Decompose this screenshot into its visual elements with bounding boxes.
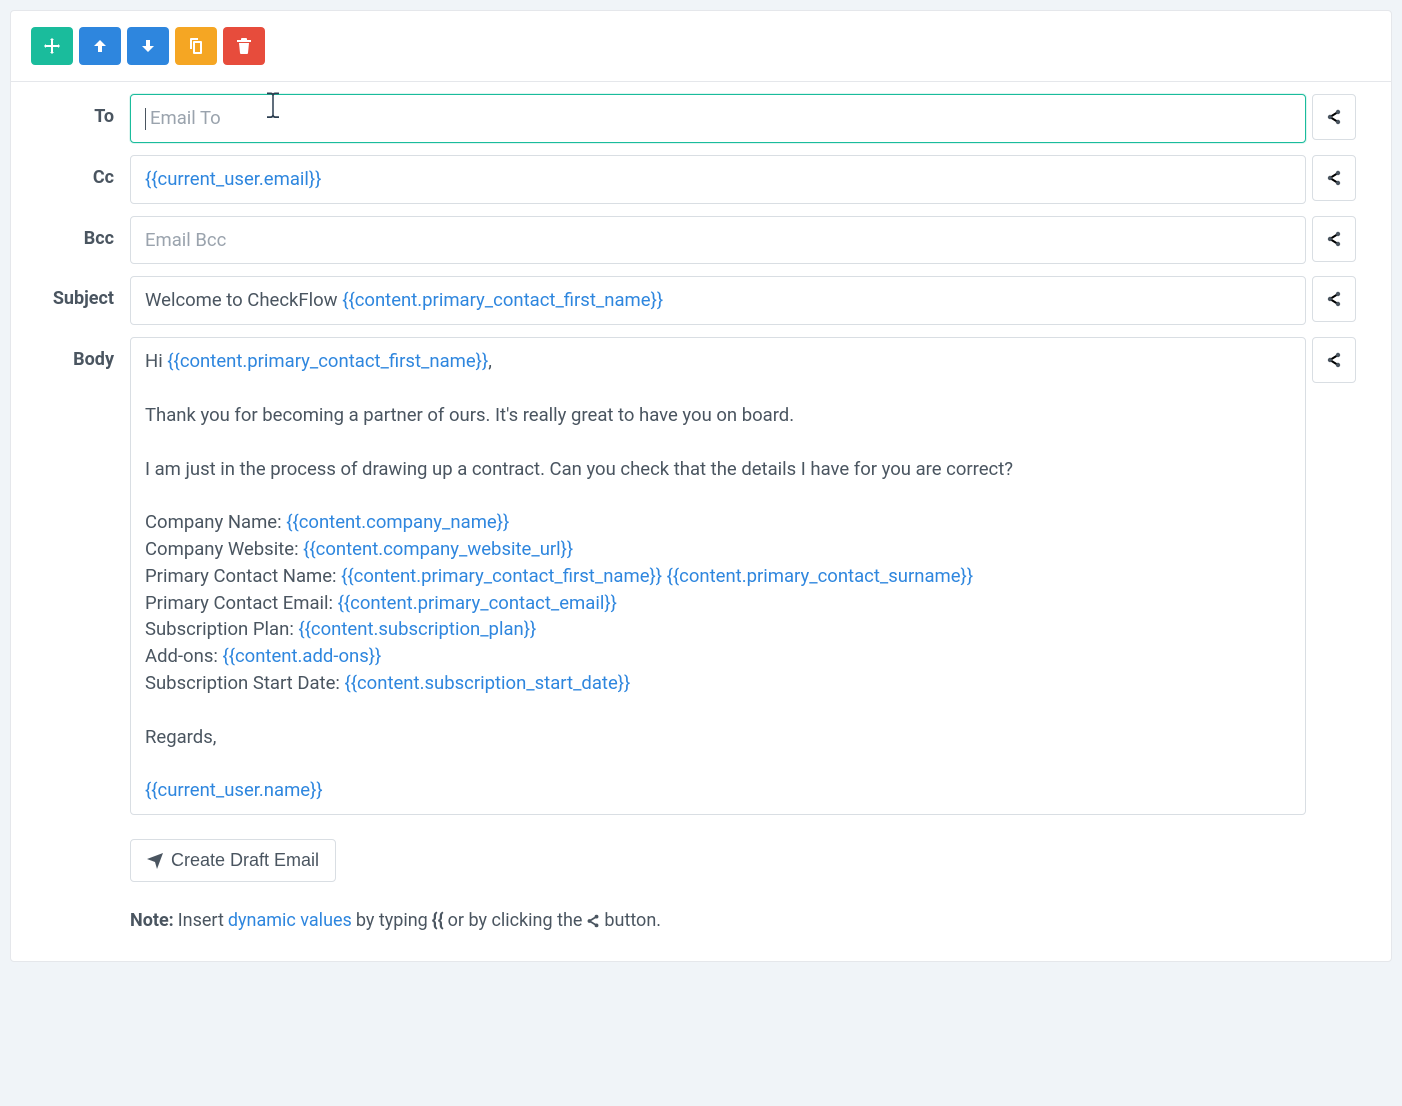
share-cc-button[interactable]: [1312, 155, 1356, 201]
share-icon: [1326, 352, 1342, 368]
row-bcc: Bcc Email Bcc: [46, 216, 1356, 265]
move-icon: [44, 38, 60, 54]
row-to: To Email To: [46, 94, 1356, 143]
share-subject-button[interactable]: [1312, 276, 1356, 322]
dynamic-values-link[interactable]: dynamic values: [228, 910, 352, 931]
row-body: Body Hi {{content.primary_contact_first_…: [46, 337, 1356, 815]
bcc-input[interactable]: Email Bcc: [130, 216, 1306, 265]
trash-icon: [236, 38, 252, 54]
create-draft-button[interactable]: Create Draft Email: [130, 839, 336, 882]
share-icon: [1326, 170, 1342, 186]
form-area: To Email To Cc {{current_user.email}}: [11, 82, 1391, 961]
toolbar: [11, 11, 1391, 82]
move-button[interactable]: [31, 27, 73, 65]
copy-icon: [188, 38, 204, 54]
body-editor[interactable]: Hi {{content.primary_contact_first_name}…: [130, 337, 1306, 815]
row-cc: Cc {{current_user.email}}: [46, 155, 1356, 204]
arrow-up-icon: [92, 38, 108, 54]
duplicate-button[interactable]: [175, 27, 217, 65]
move-up-button[interactable]: [79, 27, 121, 65]
share-icon: [1326, 291, 1342, 307]
to-input[interactable]: Email To: [130, 94, 1306, 143]
row-actions: Create Draft Email Note: Insert dynamic …: [46, 827, 1356, 931]
label-to: To: [46, 94, 130, 127]
delete-button[interactable]: [223, 27, 265, 65]
row-subject: Subject Welcome to CheckFlow {{content.p…: [46, 276, 1356, 325]
share-body-button[interactable]: [1312, 337, 1356, 383]
label-subject: Subject: [46, 276, 130, 309]
share-icon: [1326, 109, 1342, 125]
arrow-down-icon: [140, 38, 156, 54]
paper-plane-icon: [147, 853, 163, 869]
share-icon: [586, 914, 600, 928]
label-cc: Cc: [46, 155, 130, 188]
share-icon: [1326, 231, 1342, 247]
note-text: Note: Insert dynamic values by typing {{…: [130, 910, 661, 931]
subject-input[interactable]: Welcome to CheckFlow {{content.primary_c…: [130, 276, 1306, 325]
label-body: Body: [46, 337, 130, 370]
share-to-button[interactable]: [1312, 94, 1356, 140]
move-down-button[interactable]: [127, 27, 169, 65]
label-bcc: Bcc: [46, 216, 130, 249]
email-editor-card: To Email To Cc {{current_user.email}}: [10, 10, 1392, 962]
share-bcc-button[interactable]: [1312, 216, 1356, 262]
cc-input[interactable]: {{current_user.email}}: [130, 155, 1306, 204]
